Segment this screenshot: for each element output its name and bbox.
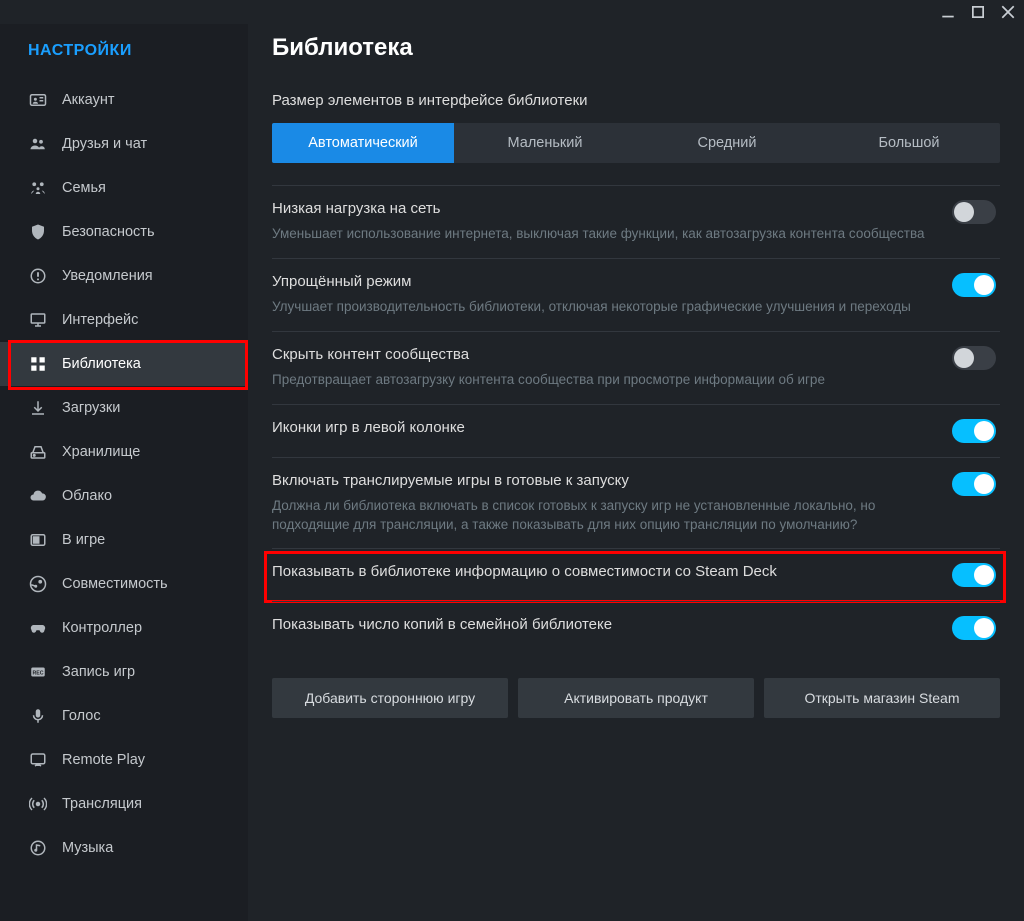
overlay-icon	[28, 530, 48, 550]
settings-window: НАСТРОЙКИ Аккаунт Друзья и чат Семья Без…	[0, 0, 1024, 921]
sidebar-item-label: Загрузки	[62, 400, 120, 416]
sidebar-item-label: Облако	[62, 488, 112, 504]
action-buttons: Добавить стороннюю игру Активировать про…	[272, 678, 1000, 718]
grid-icon	[28, 354, 48, 374]
microphone-icon	[28, 706, 48, 726]
sidebar-item-label: Контроллер	[62, 620, 142, 636]
sidebar-item-notifications[interactable]: Уведомления	[0, 254, 248, 298]
sidebar-item-label: Интерфейс	[62, 312, 138, 328]
sidebar-item-friends[interactable]: Друзья и чат	[0, 122, 248, 166]
page-title: Библиотека	[272, 34, 1000, 62]
size-option-small[interactable]: Маленький	[454, 123, 636, 163]
rec-icon: REC	[28, 662, 48, 682]
setting-low-bandwidth: Низкая нагрузка на сеть Уменьшает исполь…	[272, 185, 1000, 258]
sidebar-item-remoteplay[interactable]: Remote Play	[0, 738, 248, 782]
sidebar-item-storage[interactable]: Хранилище	[0, 430, 248, 474]
sidebar-item-label: Друзья и чат	[62, 136, 147, 152]
activate-product-button[interactable]: Активировать продукт	[518, 678, 754, 718]
content-area: Библиотека Размер элементов в интерфейсе…	[248, 24, 1024, 921]
sidebar-title: НАСТРОЙКИ	[0, 34, 248, 78]
cloud-icon	[28, 486, 48, 506]
storage-icon	[28, 442, 48, 462]
setting-title: Скрыть контент сообщества	[272, 346, 928, 363]
toggle-steamdeck-compat[interactable]	[952, 563, 996, 587]
setting-title: Включать транслируемые игры в готовые к …	[272, 472, 928, 489]
setting-hide-community: Скрыть контент сообщества Предотвращает …	[272, 331, 1000, 404]
sidebar-item-label: Семья	[62, 180, 106, 196]
people-icon	[28, 134, 48, 154]
family-icon	[28, 178, 48, 198]
shield-icon	[28, 222, 48, 242]
minimize-button[interactable]	[940, 4, 956, 20]
sidebar-item-voice[interactable]: Голос	[0, 694, 248, 738]
setting-desc: Предотвращает автозагрузку контента сооб…	[272, 371, 928, 390]
toggle-low-bandwidth[interactable]	[952, 200, 996, 224]
id-card-icon	[28, 90, 48, 110]
setting-steamdeck-compat: Показывать в библиотеке информацию о сов…	[272, 548, 1000, 601]
sidebar-item-security[interactable]: Безопасность	[0, 210, 248, 254]
sidebar-item-label: Голос	[62, 708, 101, 724]
toggle-streamable-ready[interactable]	[952, 472, 996, 496]
sidebar-item-library[interactable]: Библиотека	[0, 342, 248, 386]
toggle-family-copies[interactable]	[952, 616, 996, 640]
sidebar-item-label: Трансляция	[62, 796, 142, 812]
sidebar-item-controller[interactable]: Контроллер	[0, 606, 248, 650]
sidebar-item-account[interactable]: Аккаунт	[0, 78, 248, 122]
controller-icon	[28, 618, 48, 638]
setting-desc: Уменьшает использование интернета, выклю…	[272, 225, 928, 244]
size-section-label: Размер элементов в интерфейсе библиотеки	[272, 92, 1000, 109]
sidebar-item-compatibility[interactable]: Совместимость	[0, 562, 248, 606]
sidebar-item-label: Remote Play	[62, 752, 145, 768]
steam-icon	[28, 574, 48, 594]
cast-icon	[28, 750, 48, 770]
setting-family-copies: Показывать число копий в семейной библио…	[272, 601, 1000, 654]
sidebar-item-label: Аккаунт	[62, 92, 114, 108]
add-nonsteam-button[interactable]: Добавить стороннюю игру	[272, 678, 508, 718]
size-option-medium[interactable]: Средний	[636, 123, 818, 163]
svg-text:REC: REC	[32, 670, 43, 676]
sidebar-item-label: В игре	[62, 532, 105, 548]
monitor-icon	[28, 310, 48, 330]
sidebar-item-downloads[interactable]: Загрузки	[0, 386, 248, 430]
size-option-auto[interactable]: Автоматический	[272, 123, 454, 163]
sidebar-item-interface[interactable]: Интерфейс	[0, 298, 248, 342]
setting-title: Показывать в библиотеке информацию о сов…	[272, 563, 928, 580]
sidebar-item-family[interactable]: Семья	[0, 166, 248, 210]
sidebar-item-cloud[interactable]: Облако	[0, 474, 248, 518]
open-store-button[interactable]: Открыть магазин Steam	[764, 678, 1000, 718]
sidebar: НАСТРОЙКИ Аккаунт Друзья и чат Семья Без…	[0, 24, 248, 921]
toggle-low-perf[interactable]	[952, 273, 996, 297]
size-option-large[interactable]: Большой	[818, 123, 1000, 163]
sidebar-item-label: Хранилище	[62, 444, 140, 460]
sidebar-item-music[interactable]: Музыка	[0, 826, 248, 870]
setting-desc: Должна ли библиотека включать в список г…	[272, 497, 928, 535]
sidebar-item-label: Уведомления	[62, 268, 153, 284]
toggle-hide-community[interactable]	[952, 346, 996, 370]
setting-title: Показывать число копий в семейной библио…	[272, 616, 928, 633]
music-icon	[28, 838, 48, 858]
sidebar-item-label: Совместимость	[62, 576, 168, 592]
toggle-game-icons[interactable]	[952, 419, 996, 443]
close-button[interactable]	[1000, 4, 1016, 20]
setting-title: Иконки игр в левой колонке	[272, 419, 928, 436]
download-icon	[28, 398, 48, 418]
maximize-button[interactable]	[970, 4, 986, 20]
setting-title: Упрощённый режим	[272, 273, 928, 290]
alert-icon	[28, 266, 48, 286]
sidebar-item-broadcast[interactable]: Трансляция	[0, 782, 248, 826]
setting-desc: Улучшает производительность библиотеки, …	[272, 298, 928, 317]
broadcast-icon	[28, 794, 48, 814]
setting-game-icons: Иконки игр в левой колонке	[272, 404, 1000, 457]
setting-title: Низкая нагрузка на сеть	[272, 200, 928, 217]
sidebar-item-label: Музыка	[62, 840, 113, 856]
setting-low-perf: Упрощённый режим Улучшает производительн…	[272, 258, 1000, 331]
setting-streamable-ready: Включать транслируемые игры в готовые к …	[272, 457, 1000, 549]
titlebar	[0, 0, 1024, 24]
sidebar-item-ingame[interactable]: В игре	[0, 518, 248, 562]
library-size-segmented: Автоматический Маленький Средний Большой	[272, 123, 1000, 163]
sidebar-item-label: Запись игр	[62, 664, 135, 680]
sidebar-item-label: Библиотека	[62, 356, 141, 372]
sidebar-item-label: Безопасность	[62, 224, 155, 240]
sidebar-item-recording[interactable]: REC Запись игр	[0, 650, 248, 694]
